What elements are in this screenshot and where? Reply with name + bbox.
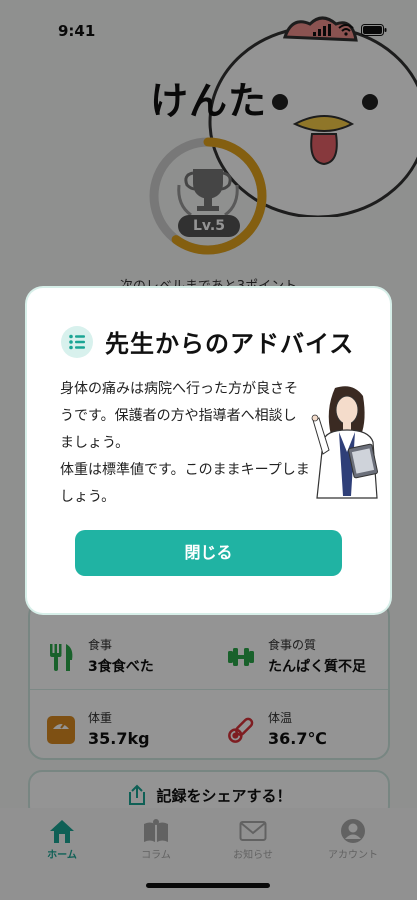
close-button[interactable]: 閉じる — [75, 530, 342, 576]
doctor-illustration — [311, 386, 378, 499]
modal-title: 先生からのアドバイス — [105, 330, 355, 358]
advice-modal: 先生からのアドバイス 身体の痛みは病院へ行った方が良さそうです。保護者の方や指導… — [27, 288, 390, 613]
advice-line: 身体の痛みは病院へ行った方が良さそうです。保護者の方や指導者へ相談しましょう。 — [60, 381, 298, 451]
advice-text: 身体の痛みは病院へ行った方が良さそうです。保護者の方や指導者へ相談しましょう。 … — [60, 376, 310, 511]
list-icon — [61, 326, 93, 358]
advice-line: 体重は標準値です。このままキープしましょう。 — [60, 462, 310, 505]
